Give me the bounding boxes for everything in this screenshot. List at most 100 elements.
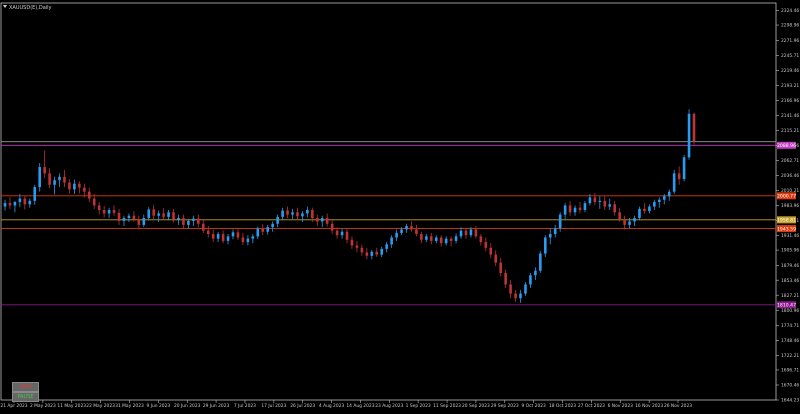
x-tick-label: 26 Nov 2023 <box>664 403 692 409</box>
candle-body <box>370 251 374 256</box>
candle-body <box>306 210 309 214</box>
pause-button[interactable]: PAUSE <box>12 392 39 402</box>
candle-body <box>509 284 512 294</box>
candle <box>687 109 691 160</box>
candle-body <box>23 198 27 205</box>
candle-body <box>251 236 255 239</box>
candle-body <box>434 237 438 241</box>
candle-body <box>534 270 537 276</box>
candle-body <box>380 248 384 255</box>
candle-body <box>335 230 339 236</box>
x-tick-label: 31 May 2023 <box>115 403 144 409</box>
x-tick-label: 4 Aug 2023 <box>319 403 345 409</box>
candle-body <box>563 205 567 215</box>
candle-body <box>226 236 230 241</box>
candle-body <box>543 237 547 254</box>
y-tick-label: 1879.46 <box>781 263 799 269</box>
candle-body <box>608 204 612 207</box>
candle-body <box>519 293 522 299</box>
chart-canvas[interactable]: 2324.46 2298.96 2271.96 2245.71 2219.46 2193.… <box>0 0 800 410</box>
candle-body <box>494 254 498 263</box>
x-tick-label: 11 Sep 2023 <box>433 403 461 409</box>
candle-body <box>291 212 294 215</box>
candle-body <box>281 210 284 217</box>
candle-body <box>167 212 170 217</box>
y-tick-label: 1644.23 <box>781 398 799 404</box>
candle-body <box>638 208 641 219</box>
x-tick-label: 22 May 2023 <box>86 403 115 409</box>
candle-body <box>221 234 225 241</box>
candle-body <box>439 237 443 244</box>
candle-body <box>449 238 453 241</box>
candle <box>539 251 542 273</box>
candle-body <box>360 247 364 253</box>
candle-body <box>499 262 502 273</box>
y-tick-label: 1800.96 <box>781 308 799 314</box>
candle-body <box>648 206 651 212</box>
candle-body <box>246 238 250 243</box>
y-tick-label: 1931.46 <box>781 233 799 239</box>
x-tick-label: 29 Sep 2023 <box>491 403 519 409</box>
candle-body <box>474 229 478 237</box>
x-tick-label: 29 Jun 2023 <box>203 403 230 409</box>
candle-body <box>643 208 646 212</box>
x-tick-label: 23 Aug 2023 <box>375 403 403 409</box>
candle-body <box>405 226 408 230</box>
candle-body <box>479 236 483 243</box>
y-tick-label: 1905.96 <box>781 248 799 254</box>
candle-body <box>603 200 607 207</box>
candle-body <box>658 199 661 202</box>
candle-body <box>420 234 423 240</box>
candle-body <box>365 252 369 256</box>
candle-body <box>182 218 185 225</box>
candle-body <box>558 214 562 229</box>
candle-body <box>132 215 136 220</box>
candle-body <box>231 232 235 237</box>
y-tick-label: 2298.96 <box>781 23 799 29</box>
candle-body <box>201 223 205 231</box>
x-tick-label: 14 Aug 2023 <box>346 403 374 409</box>
candle-body <box>102 210 106 214</box>
candle-body <box>68 182 71 190</box>
candle-body <box>340 231 344 236</box>
candle-body <box>692 113 696 142</box>
candle-body <box>33 187 37 201</box>
candle-body <box>687 113 691 158</box>
y-tick-label: 1696.71 <box>781 368 799 374</box>
candle-body <box>73 183 76 190</box>
candle-body <box>633 218 636 222</box>
candle-body <box>271 223 274 228</box>
candle-body <box>325 218 329 224</box>
chart-title: XAUUSD(E),Daily <box>9 5 52 11</box>
x-tick-label: 26 Jul 2023 <box>290 403 315 409</box>
y-tick-label: 2141.46 <box>781 113 799 119</box>
candle-body <box>48 173 51 185</box>
candle-body <box>87 191 91 199</box>
candle-body <box>28 200 32 205</box>
candle-body <box>662 196 666 200</box>
candle-body <box>53 180 56 185</box>
candle-body <box>8 203 12 206</box>
candle-body <box>677 173 681 180</box>
candle-body <box>206 230 210 235</box>
candle-body <box>539 253 542 271</box>
candle-body <box>192 218 195 221</box>
candle-body <box>256 228 260 237</box>
candle-body <box>127 215 131 219</box>
price-chart[interactable]: 2324.46 2298.96 2271.96 2245.71 2219.46 2193.… <box>0 0 800 410</box>
candle-body <box>573 207 577 213</box>
candle-body <box>58 176 61 181</box>
candle-body <box>682 157 686 180</box>
candle <box>692 112 696 145</box>
candle-body <box>484 242 488 248</box>
x-tick-label: 21 Apr 2023 <box>0 403 27 409</box>
y-tick-label: 1722.21 <box>781 353 799 359</box>
y-tick-label: 2245.71 <box>781 53 799 59</box>
candle-body <box>63 176 66 183</box>
low-button[interactable]: LOW <box>12 382 39 392</box>
candle-body <box>112 210 116 213</box>
candle-body <box>92 198 96 206</box>
candle-body <box>18 198 22 202</box>
x-tick-label: 2 May 2023 <box>30 403 56 409</box>
y-tick-label: 2062.71 <box>781 158 799 164</box>
